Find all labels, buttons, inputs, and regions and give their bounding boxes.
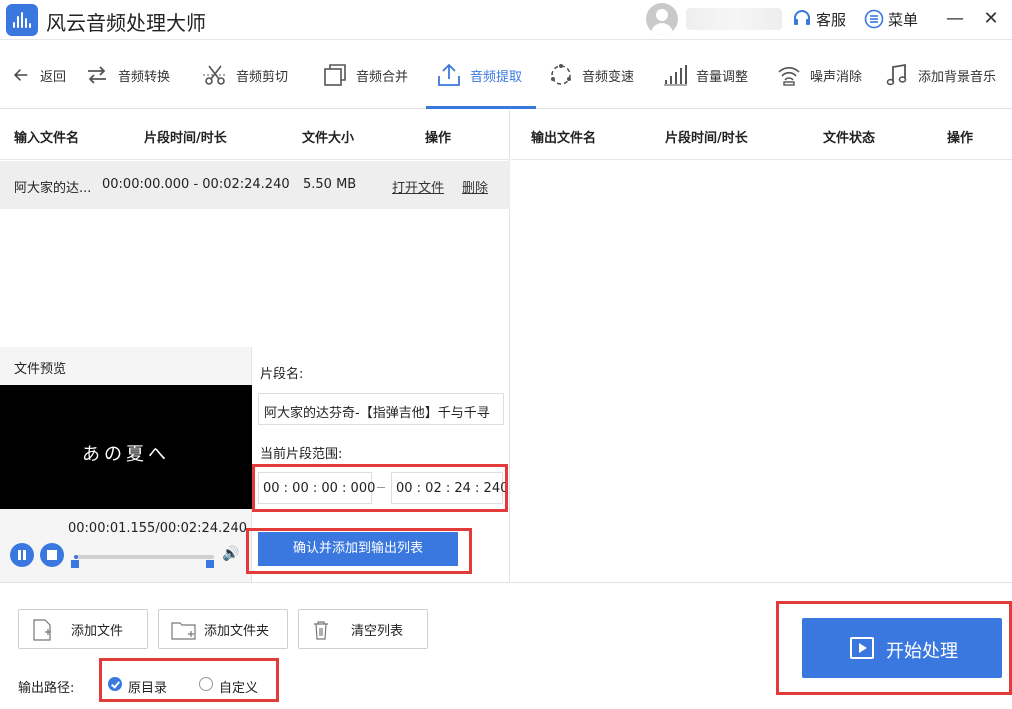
headset-icon bbox=[794, 10, 810, 25]
output-path-label: 输出路径: bbox=[18, 681, 75, 696]
music-note-icon bbox=[886, 63, 907, 86]
segment-name-input[interactable]: 阿大家的达芬奇-【指弹吉他】千与千寻 bbox=[258, 393, 504, 425]
minimize-icon[interactable]: — bbox=[942, 6, 968, 32]
range-start-handle[interactable] bbox=[71, 560, 79, 568]
segment-name-label: 片段名: bbox=[260, 367, 304, 382]
tab-noise-removal[interactable]: 噪声消除 bbox=[776, 41, 862, 109]
output-panel: 输出文件名 片段时间/时长 文件状态 操作 bbox=[511, 110, 1012, 582]
tab-audio-merge[interactable]: 音频合并 bbox=[322, 41, 408, 109]
clear-list-button[interactable]: 清空列表 bbox=[298, 609, 428, 649]
delete-link[interactable]: 删除 bbox=[462, 177, 488, 196]
menu-button[interactable]: 菜单 bbox=[864, 8, 918, 30]
volume-bars-icon bbox=[664, 65, 687, 86]
add-folder-icon bbox=[171, 622, 196, 640]
add-folder-button[interactable]: 添加文件夹 bbox=[158, 609, 288, 649]
support-button[interactable]: 客服 bbox=[792, 8, 846, 30]
close-icon[interactable]: ✕ bbox=[978, 6, 1004, 32]
scissors-icon bbox=[203, 65, 227, 85]
file-name: 阿大家的达... bbox=[14, 181, 92, 196]
back-button[interactable]: 返回 bbox=[12, 41, 66, 109]
speaker-icon[interactable]: 🔊 bbox=[222, 546, 239, 562]
stop-button[interactable] bbox=[40, 543, 64, 567]
merge-icon bbox=[324, 64, 346, 86]
pause-icon bbox=[18, 550, 26, 560]
wifi-noise-icon bbox=[778, 67, 800, 86]
tab-audio-convert[interactable]: 音频转换 bbox=[84, 41, 170, 109]
highlight-time-range bbox=[252, 464, 508, 512]
range-end-handle[interactable] bbox=[206, 560, 214, 568]
arrow-left-icon bbox=[13, 69, 28, 81]
highlight-output-path bbox=[99, 658, 279, 702]
highlight-confirm bbox=[246, 528, 472, 574]
add-file-button[interactable]: 添加文件 bbox=[18, 609, 148, 649]
table-row[interactable]: 阿大家的达... 00:00:00.000 - 00:02:24.240 5.5… bbox=[0, 161, 510, 209]
convert-icon bbox=[88, 66, 106, 84]
stop-icon bbox=[47, 550, 57, 560]
upload-icon bbox=[438, 63, 460, 86]
input-panel: 输入文件名 片段时间/时长 文件大小 操作 阿大家的达... 00:00:00.… bbox=[0, 110, 510, 582]
tab-audio-speed[interactable]: 音频变速 bbox=[548, 41, 634, 109]
user-avatar[interactable] bbox=[646, 3, 678, 35]
app-title: 风云音频处理大师 bbox=[46, 11, 206, 35]
playback-time: 00:00:01.155/00:02:24.240 bbox=[68, 521, 248, 536]
menu-icon bbox=[864, 9, 884, 29]
tab-volume-adjust[interactable]: 音量调整 bbox=[662, 41, 748, 109]
tab-audio-extract[interactable]: 音频提取 bbox=[426, 41, 536, 109]
segment-range-label: 当前片段范围: bbox=[260, 447, 343, 462]
progress-fill bbox=[74, 555, 79, 559]
feature-toolbar: 返回 音频转换 音频剪切 音频合并 音频提取 音频变速 音量调整 噪声消除 添加… bbox=[0, 41, 1012, 109]
preview-label: 文件预览 bbox=[14, 362, 67, 377]
highlight-start bbox=[776, 601, 1012, 695]
speed-icon bbox=[551, 64, 571, 85]
pause-button[interactable] bbox=[10, 543, 34, 567]
tab-audio-cut[interactable]: 音频剪切 bbox=[202, 41, 288, 109]
open-file-link[interactable]: 打开文件 bbox=[392, 177, 444, 196]
title-bar: 风云音频处理大师 客服 菜单 — ✕ bbox=[0, 0, 1012, 40]
input-table-header: 输入文件名 片段时间/时长 文件大小 操作 bbox=[0, 110, 509, 160]
file-range: 00:00:00.000 - 00:02:24.240 bbox=[102, 177, 290, 192]
video-caption: あの夏へ bbox=[82, 444, 170, 465]
trash-icon bbox=[314, 621, 328, 640]
file-size: 5.50 MB bbox=[303, 177, 357, 192]
bottom-divider bbox=[0, 582, 1012, 583]
playback-progress[interactable] bbox=[74, 555, 214, 559]
output-table-header: 输出文件名 片段时间/时长 文件状态 操作 bbox=[511, 110, 1012, 160]
username-blurred bbox=[686, 8, 782, 30]
tab-add-bgm[interactable]: 添加背景音乐 bbox=[884, 41, 996, 109]
add-file-icon bbox=[33, 619, 51, 641]
app-logo-icon bbox=[6, 4, 38, 36]
